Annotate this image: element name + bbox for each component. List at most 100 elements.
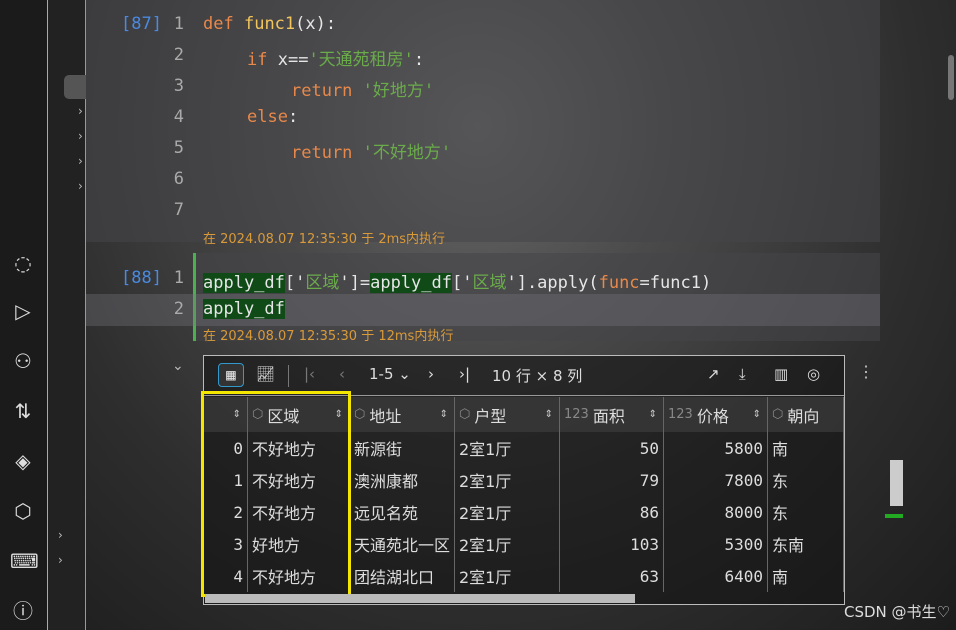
code-line[interactable]: return '好地方' bbox=[291, 76, 434, 101]
profile-icon[interactable]: ▥ bbox=[774, 365, 788, 383]
table-cell: 86 bbox=[560, 496, 664, 528]
line-number: 1 bbox=[173, 14, 184, 34]
tree-selection[interactable] bbox=[64, 75, 86, 99]
more-icon[interactable]: ⋮ bbox=[858, 362, 874, 381]
line-number: 3 bbox=[173, 76, 184, 96]
vertical-scrollbar[interactable] bbox=[948, 55, 954, 100]
loading-icon[interactable]: ◌ bbox=[10, 250, 36, 276]
chevron-right-icon[interactable]: › bbox=[78, 154, 83, 168]
code-cell-87[interactable] bbox=[86, 0, 880, 242]
minimap-marker bbox=[885, 514, 903, 518]
column-header[interactable]: ⬡ 户型 ⇕ bbox=[455, 397, 560, 432]
t: apply_df bbox=[203, 273, 285, 293]
problems-icon[interactable]: ⓘ bbox=[10, 598, 36, 624]
sort-icon[interactable]: ⇕ bbox=[545, 409, 553, 420]
table-toolbar: ▦ 📈︎ |‹ ‹ 1-5 ⌄ › ›| 10 行 × 8 列 ↗ ⤓ ▥ ◎ bbox=[204, 356, 844, 396]
sort-icon[interactable]: ⇕ bbox=[649, 409, 657, 420]
code-line[interactable]: apply_df['区域']=apply_df['区域'].apply(func… bbox=[203, 268, 711, 293]
chevron-right-icon[interactable]: › bbox=[78, 179, 83, 193]
column-name: 朝向 bbox=[787, 406, 820, 426]
download-icon[interactable]: ⤓ bbox=[739, 365, 746, 383]
layers-icon[interactable]: ◈ bbox=[10, 448, 36, 474]
table-cell: 天通苑北一区 bbox=[350, 528, 455, 560]
terminal-icon[interactable]: ⌨ bbox=[10, 548, 39, 574]
numeric-type-icon: 123 bbox=[668, 407, 693, 422]
t: apply_df bbox=[370, 273, 452, 293]
collapse-output-icon[interactable]: ⌄ bbox=[172, 358, 184, 374]
first-page-icon[interactable]: |‹ bbox=[304, 365, 315, 383]
table-cell: 7800 bbox=[664, 464, 768, 496]
chevron-right-icon[interactable]: › bbox=[78, 104, 83, 118]
sort-icon[interactable]: ⇕ bbox=[440, 409, 448, 420]
code-line[interactable]: else: bbox=[247, 107, 298, 127]
kw: else bbox=[247, 107, 288, 127]
cell-count: [87] bbox=[121, 14, 162, 34]
line-number: 2 bbox=[173, 299, 184, 319]
table-cell: 63 bbox=[560, 560, 664, 592]
exec-info: 在 2024.08.07 12:35:30 于 12ms内执行 bbox=[203, 329, 454, 344]
run-icon[interactable]: ▷ bbox=[10, 298, 36, 324]
table-cell: 澳洲康都 bbox=[350, 464, 455, 496]
table-cell: 103 bbox=[560, 528, 664, 560]
table-cell: 5300 bbox=[664, 528, 768, 560]
table-cell: 团结湖北口 bbox=[350, 560, 455, 592]
table-cell: 新源街 bbox=[350, 432, 455, 464]
table-shape: 10 行 × 8 列 bbox=[492, 367, 583, 385]
exec-count: [88] bbox=[86, 268, 162, 288]
table-cell: 2室1厅 bbox=[455, 560, 560, 592]
column-header[interactable]: ⬡ 地址 ⇕ bbox=[350, 397, 455, 432]
table-cell: 远见名苑 bbox=[350, 496, 455, 528]
table-cell: 南 bbox=[768, 560, 844, 592]
line-number: 7 bbox=[173, 200, 184, 220]
line-number: 4 bbox=[173, 107, 184, 127]
chevron-right-icon[interactable]: › bbox=[78, 129, 83, 143]
divider bbox=[288, 365, 289, 387]
swirl-icon[interactable]: ◎ bbox=[807, 365, 820, 383]
kw: return bbox=[291, 81, 353, 101]
code-line[interactable]: return '不好地方' bbox=[291, 138, 451, 163]
chevron-right-icon[interactable]: › bbox=[58, 553, 63, 567]
table-cell: 东南 bbox=[768, 528, 844, 560]
left-toolbar: ◌ ▷ ⚇ ⇅ ◈ ⬡ ⌨ ⓘ bbox=[0, 0, 48, 630]
exec-count: [87] bbox=[86, 14, 162, 34]
object-type-icon: ⬡ bbox=[459, 407, 471, 422]
horizontal-scrollbar[interactable] bbox=[205, 594, 635, 603]
line-number: 2 bbox=[173, 45, 184, 65]
chevron-right-icon[interactable]: › bbox=[58, 528, 63, 542]
t: ']= bbox=[339, 273, 371, 293]
table-cell: 东 bbox=[768, 496, 844, 528]
object-type-icon: ⬡ bbox=[772, 407, 784, 422]
table-cell: 2室1厅 bbox=[455, 464, 560, 496]
table-cell: 东 bbox=[768, 464, 844, 496]
open-external-icon[interactable]: ↗ bbox=[707, 365, 720, 383]
code-line[interactable]: if x=='天通苑租房': bbox=[247, 45, 424, 70]
column-header[interactable]: 123 价格 ⇕ bbox=[664, 397, 768, 432]
line-number: 5 bbox=[173, 138, 184, 158]
t: (x): bbox=[295, 14, 337, 34]
column-name: 户型 bbox=[474, 406, 507, 426]
table-cell: 6400 bbox=[664, 560, 768, 592]
table-cell: 79 bbox=[560, 464, 664, 496]
chart-view-icon[interactable]: 📈︎ bbox=[256, 365, 275, 383]
kw: def bbox=[203, 14, 234, 34]
column-header[interactable]: ⬡ 朝向 bbox=[768, 397, 844, 432]
object-type-icon: ⬡ bbox=[354, 407, 366, 422]
table-cell: 50 bbox=[560, 432, 664, 464]
table-view-icon[interactable]: ▦ bbox=[218, 363, 244, 387]
watermark: CSDN @书生♡ bbox=[844, 603, 950, 621]
fn: func1 bbox=[243, 14, 296, 34]
python-icon[interactable]: ⚇ bbox=[10, 348, 36, 374]
prev-page-icon[interactable]: ‹ bbox=[339, 365, 345, 383]
t: apply_df bbox=[203, 299, 285, 319]
services-icon[interactable]: ⬡ bbox=[10, 498, 36, 524]
last-page-icon[interactable]: ›| bbox=[459, 365, 470, 383]
code-line[interactable]: def func1(x): bbox=[203, 14, 336, 34]
t: =func1) bbox=[639, 273, 712, 293]
code-line[interactable]: apply_df bbox=[203, 299, 285, 319]
page-range-dropdown[interactable]: 1-5 ⌄ bbox=[369, 365, 411, 383]
next-page-icon[interactable]: › bbox=[428, 365, 434, 383]
sort-icon[interactable]: ⇅ bbox=[10, 398, 36, 424]
column-header[interactable]: 123 面积 ⇕ bbox=[560, 397, 664, 432]
sort-icon[interactable]: ⇕ bbox=[753, 409, 761, 420]
minimap bbox=[890, 460, 903, 506]
